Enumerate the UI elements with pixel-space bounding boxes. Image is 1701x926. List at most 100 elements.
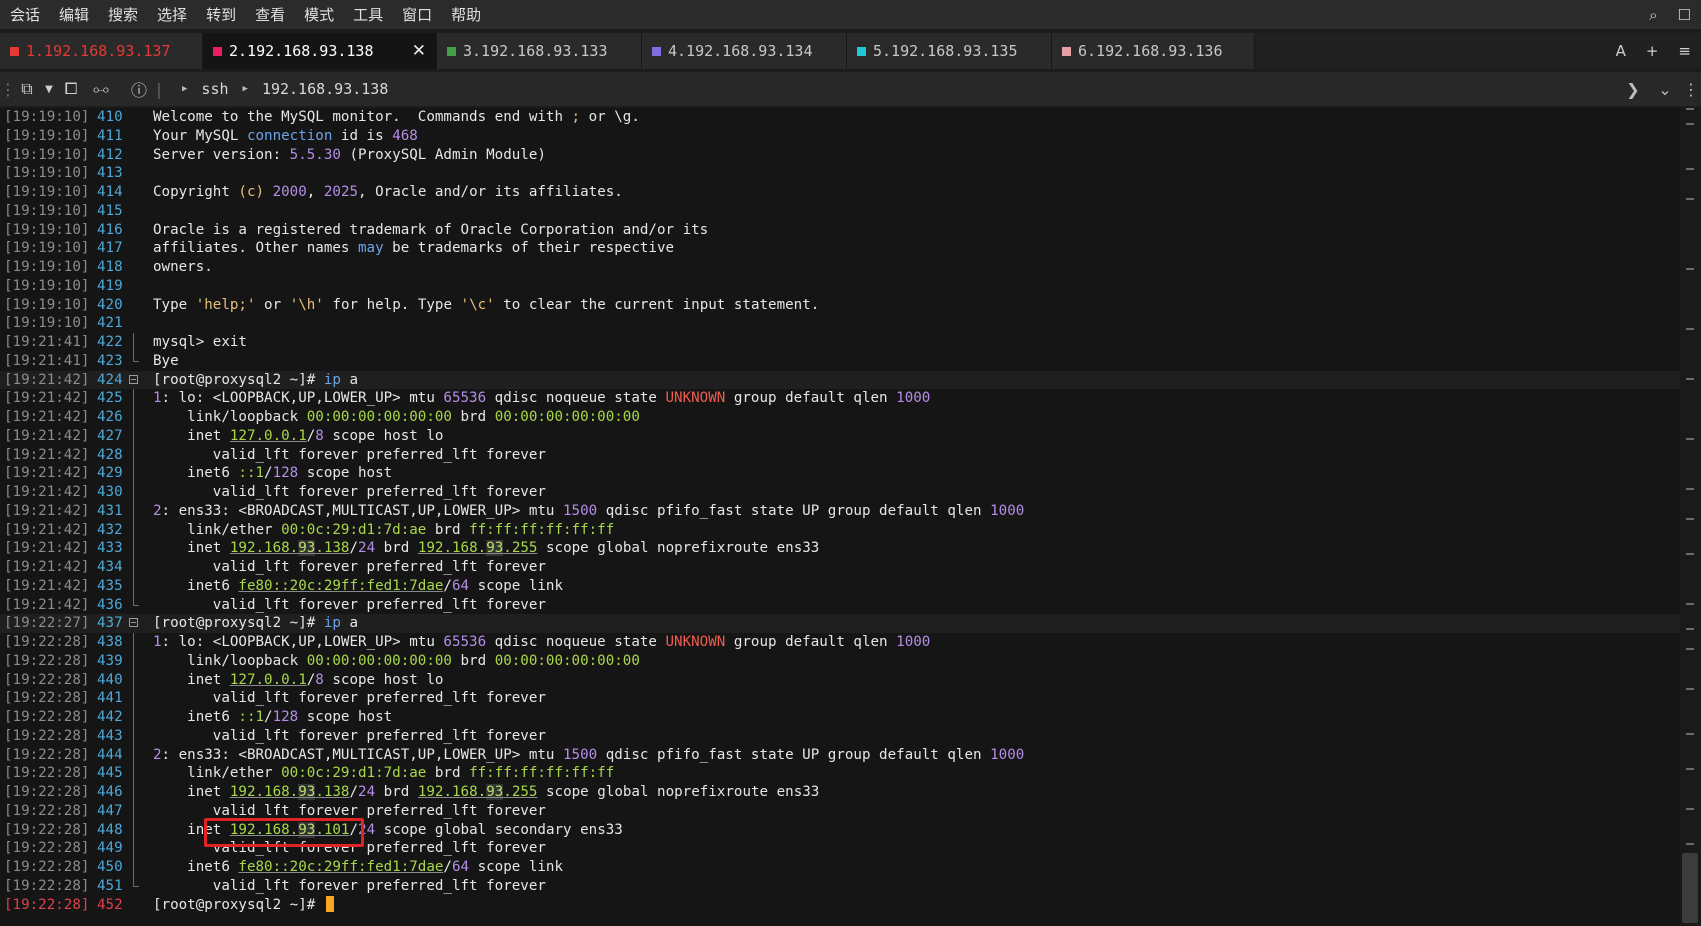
add-tab-button[interactable]: + xyxy=(1636,42,1669,60)
tab-session-1[interactable]: 1.192.168.93.137 xyxy=(0,33,203,69)
drag-handle-icon[interactable]: ⋮ xyxy=(0,80,16,99)
tab-session-6[interactable]: 6.192.168.93.136 xyxy=(1052,33,1255,69)
line-timestamp: [19:22:28] xyxy=(4,690,90,707)
terminal-line: [19:22:28] 449 valid_lft forever preferre… xyxy=(0,839,1680,858)
line-timestamp: [19:19:10] xyxy=(4,240,90,257)
line-number: 426 xyxy=(97,409,123,425)
line-number: 441 xyxy=(97,690,123,707)
terminal-line: [19:19:10] 416 Oracle is a registered trad… xyxy=(0,221,1680,240)
menu-help[interactable]: 帮助 xyxy=(441,4,490,25)
duplicate-session-icon[interactable]: ⧠ xyxy=(56,79,86,99)
tab-menu-button[interactable]: ≡ xyxy=(1668,42,1701,60)
menu-search[interactable]: 搜索 xyxy=(98,4,147,25)
line-content: link/loopback 00:00:00:00:00:00 brd 00:0… xyxy=(153,409,640,425)
terminal-line: [19:19:10] 418 owners. xyxy=(0,258,1680,277)
info-icon[interactable]: ⓘ xyxy=(124,77,154,101)
line-timestamp: [19:21:42] xyxy=(4,596,90,613)
fold-guide xyxy=(133,445,134,465)
line-content: inet 127.0.0.1/8 scope host lo xyxy=(153,427,444,444)
line-timestamp: [19:21:42] xyxy=(4,484,90,500)
tab-session-4[interactable]: 4.192.168.93.134 xyxy=(642,33,847,69)
tab-session-2[interactable]: 2.192.168.93.138 ✕ xyxy=(203,33,437,69)
line-content: link/loopback 00:00:00:00:00:00 brd 00:0… xyxy=(153,652,640,669)
tab-label: 2.192.168.93.138 xyxy=(229,42,374,60)
line-content: valid_lft forever preferred_lft forever xyxy=(153,559,546,575)
fold-guide xyxy=(133,483,134,502)
terminal-line: [19:21:41] 422 mysql> exit xyxy=(0,333,1680,352)
line-number: 439 xyxy=(97,652,123,669)
scrollbar-marker xyxy=(1686,688,1694,690)
search-icon[interactable]: ⌕ xyxy=(1639,6,1667,24)
line-content: valid_lft forever preferred_lft forever xyxy=(153,690,546,707)
line-number: 433 xyxy=(97,540,123,557)
line-number: 448 xyxy=(97,821,123,838)
menu-edit[interactable]: 编辑 xyxy=(49,4,98,25)
close-icon[interactable]: ✕ xyxy=(412,41,426,61)
user-icon[interactable]: ☐ xyxy=(1668,6,1701,24)
line-number: 444 xyxy=(97,746,123,763)
terminal-output[interactable]: [19:19:10] 410 Welcome to the MySQL monito… xyxy=(0,108,1680,926)
menu-goto[interactable]: 转到 xyxy=(196,4,245,25)
scrollbar-marker xyxy=(1686,603,1694,605)
line-number: 412 xyxy=(97,146,123,163)
tab-color-icon xyxy=(652,46,661,56)
scrollbar-marker xyxy=(1686,123,1694,125)
fold-toggle-icon[interactable] xyxy=(129,374,138,384)
line-timestamp: [19:21:42] xyxy=(4,521,90,538)
menu-tools[interactable]: 工具 xyxy=(343,4,392,25)
terminal-line: [19:22:27] 437 [root@proxysql2 ~]# ip a xyxy=(0,614,1680,633)
terminal-line: [19:21:42] 432 link/ether 00:0c:29:d1:7d:… xyxy=(0,520,1680,540)
menu-session[interactable]: 会话 xyxy=(0,4,49,25)
terminal-line: [19:21:42] 427 inet 127.0.0.1/8 scope hos… xyxy=(0,426,1680,446)
menu-select[interactable]: 选择 xyxy=(147,4,196,25)
font-size-button[interactable]: A xyxy=(1606,42,1636,60)
menu-mode[interactable]: 模式 xyxy=(294,4,343,25)
line-timestamp: [19:21:42] xyxy=(4,577,90,594)
scrollbar-marker xyxy=(1686,768,1694,770)
fold-guide xyxy=(133,333,134,352)
line-timestamp: [19:22:28] xyxy=(4,671,90,688)
line-timestamp: [19:21:42] xyxy=(4,465,90,482)
tab-session-5[interactable]: 5.192.168.93.135 xyxy=(847,33,1052,69)
fold-guide xyxy=(133,839,134,858)
line-timestamp: [19:22:27] xyxy=(4,615,90,632)
terminal-line: [19:22:28] 443 valid_lft forever preferre… xyxy=(0,726,1680,746)
terminal-line: [19:19:10] 413 xyxy=(0,164,1680,183)
new-session-icon[interactable]: ⧉ xyxy=(12,79,42,99)
line-timestamp: [19:22:28] xyxy=(4,652,90,669)
line-content: Type 'help;' or '\h' for help. Type '\c'… xyxy=(153,296,820,313)
fold-guide xyxy=(133,820,134,840)
line-timestamp: [19:19:10] xyxy=(4,277,90,294)
line-timestamp: [19:22:28] xyxy=(4,709,90,725)
scrollbar-marker xyxy=(1686,843,1694,845)
line-number: 435 xyxy=(97,577,123,594)
fold-guide xyxy=(133,389,134,408)
line-timestamp: [19:19:10] xyxy=(4,315,90,332)
chevron-down-icon[interactable]: ⌄ xyxy=(1649,80,1681,99)
fold-toggle-icon[interactable] xyxy=(129,618,138,628)
line-number: 420 xyxy=(97,296,123,313)
terminal-scrollbar[interactable] xyxy=(1680,108,1701,926)
menu-view[interactable]: 查看 xyxy=(245,4,294,25)
fold-guide xyxy=(133,858,134,877)
chevron-down-icon[interactable]: ▼ xyxy=(42,84,56,95)
line-content: valid_lft forever preferred_lft forever xyxy=(153,877,546,894)
chevron-right-icon[interactable]: ❯ xyxy=(1617,80,1649,99)
line-content: 2: ens33: <BROADCAST,MULTICAST,UP,LOWER_… xyxy=(153,502,1025,519)
fold-guide-end xyxy=(133,595,139,606)
line-number: 446 xyxy=(97,784,123,800)
tab-color-icon xyxy=(10,46,19,56)
scrollbar-thumb[interactable] xyxy=(1682,853,1698,923)
clone-session-icon[interactable]: ⧟ xyxy=(86,79,116,99)
terminal-line: [19:21:42] 428 valid_lft forever preferre… xyxy=(0,445,1680,465)
menu-window[interactable]: 窗口 xyxy=(392,4,441,25)
menu-bar: 会话 编辑 搜索 选择 转到 查看 模式 工具 窗口 帮助 ⌕ ☐ xyxy=(0,0,1701,29)
line-number: 410 xyxy=(97,109,123,125)
tab-session-3[interactable]: 3.192.168.93.133 xyxy=(437,33,642,69)
more-icon[interactable]: ⋮ xyxy=(1681,80,1701,99)
terminal-line: [19:19:10] 420 Type 'help;' or '\h' for he… xyxy=(0,296,1680,315)
terminal-line: [19:22:28] 440 inet 127.0.0.1/8 scope hos… xyxy=(0,670,1680,690)
line-number: 452 xyxy=(97,896,123,913)
line-content: [root@proxysql2 ~]# ip a xyxy=(153,371,359,388)
line-number: 436 xyxy=(97,596,123,613)
